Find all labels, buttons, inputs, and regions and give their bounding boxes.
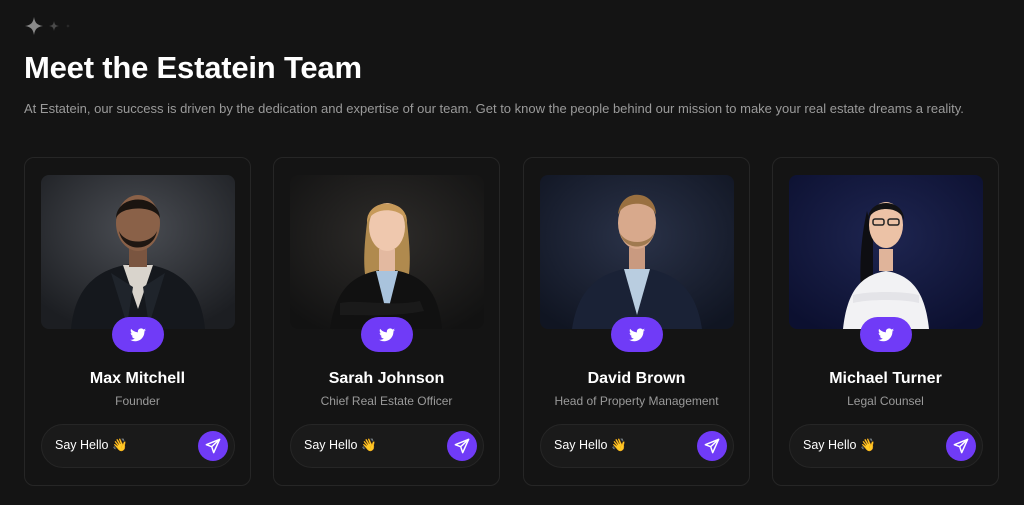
send-message-button[interactable] <box>946 431 976 461</box>
twitter-icon <box>629 327 645 341</box>
say-hello-label: Say Hello 👋 <box>304 438 377 452</box>
team-cards: Max Mitchell Founder Say Hello 👋 Sarah J… <box>24 157 1002 488</box>
twitter-button[interactable] <box>112 317 164 352</box>
team-member-name: David Brown <box>587 370 686 387</box>
team-member-photo <box>540 175 734 329</box>
say-hello-label: Say Hello 👋 <box>55 438 128 452</box>
team-member-name: Sarah Johnson <box>328 370 445 387</box>
page-title: Meet the Estatein Team <box>24 50 362 85</box>
team-member-name: Michael Turner <box>829 370 942 387</box>
team-member-role: Head of Property Management <box>554 394 719 408</box>
team-member-role: Founder <box>115 394 160 408</box>
twitter-icon <box>130 327 146 341</box>
twitter-button[interactable] <box>611 317 663 352</box>
send-icon <box>205 438 221 454</box>
send-icon <box>454 438 470 454</box>
send-icon <box>704 438 720 454</box>
team-card-max-mitchell: Max Mitchell Founder Say Hello 👋 <box>24 157 251 486</box>
say-hello-label: Say Hello 👋 <box>554 438 627 452</box>
send-message-button[interactable] <box>198 431 228 461</box>
send-icon <box>953 438 969 454</box>
team-card-michael-turner: Michael Turner Legal Counsel Say Hello 👋 <box>772 157 999 486</box>
say-hello-field[interactable]: Say Hello 👋 <box>789 424 983 468</box>
send-message-button[interactable] <box>447 431 477 461</box>
team-member-role: Legal Counsel <box>847 394 924 408</box>
say-hello-field[interactable]: Say Hello 👋 <box>540 424 734 468</box>
say-hello-field[interactable]: Say Hello 👋 <box>41 424 235 468</box>
team-card-david-brown: David Brown Head of Property Management … <box>523 157 750 486</box>
page-subtitle: At Estatein, our success is driven by th… <box>24 101 964 116</box>
team-member-photo <box>290 175 484 329</box>
team-member-name: Max Mitchell <box>89 370 186 387</box>
say-hello-field[interactable]: Say Hello 👋 <box>290 424 484 468</box>
team-member-photo <box>41 175 235 329</box>
team-member-role: Chief Real Estate Officer <box>320 394 453 408</box>
say-hello-label: Say Hello 👋 <box>803 438 876 452</box>
twitter-button[interactable] <box>860 317 912 352</box>
twitter-button[interactable] <box>361 317 413 352</box>
twitter-icon <box>878 327 894 341</box>
team-member-photo <box>789 175 983 329</box>
team-card-sarah-johnson: Sarah Johnson Chief Real Estate Officer … <box>273 157 500 486</box>
sparkle-decoration-icon <box>25 17 70 35</box>
send-message-button[interactable] <box>697 431 727 461</box>
twitter-icon <box>379 327 395 341</box>
